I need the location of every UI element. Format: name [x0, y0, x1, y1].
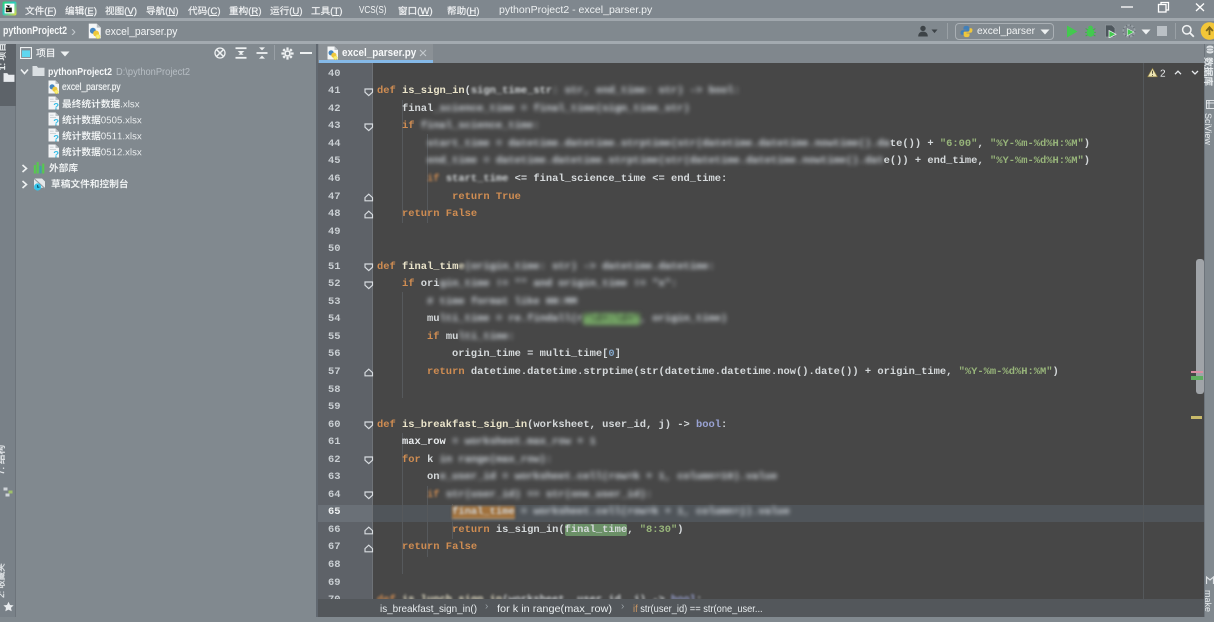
svg-text:?: ?	[53, 150, 59, 158]
svg-text:?: ?	[53, 134, 59, 142]
svg-text:?: ?	[53, 102, 59, 110]
svg-text:?: ?	[53, 118, 59, 126]
